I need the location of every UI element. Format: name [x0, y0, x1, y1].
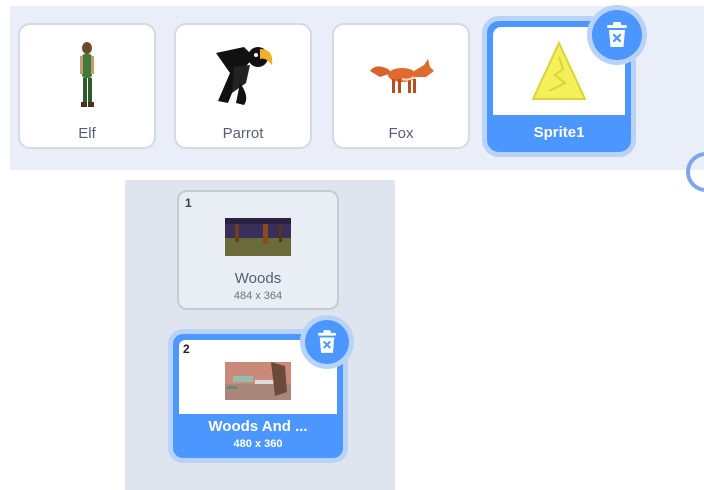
sprite-name: Sprite1 — [533, 124, 585, 141]
sprite-name: Parrot — [222, 125, 264, 142]
backdrop-number: 1 — [185, 196, 192, 210]
sprite-name: Elf — [78, 125, 96, 142]
delete-sprite-button[interactable] — [592, 10, 642, 60]
sprite-name: Fox — [388, 125, 414, 142]
elf-sprite-icon — [20, 35, 154, 115]
woods-and-backdrop-thumbnail — [225, 362, 291, 400]
parrot-sprite-icon — [176, 35, 310, 115]
backdrop-size: 480 x 360 — [233, 438, 283, 450]
backdrop-name: Woods — [234, 270, 282, 287]
backdrop-tile-woods[interactable]: 1 Woods 484 x 364 — [177, 190, 339, 310]
trash-icon — [607, 22, 627, 47]
delete-backdrop-button[interactable] — [305, 320, 349, 364]
trash-icon — [317, 330, 337, 353]
fox-sprite-icon — [334, 35, 468, 115]
sprite-tile-elf[interactable]: Elf — [18, 23, 156, 149]
sprite-tile-fox[interactable]: Fox — [332, 23, 470, 149]
backdrop-name: Woods And ... — [208, 418, 308, 435]
backdrop-pane: 1 Woods 484 x 364 2 Woods And ... 480 x … — [125, 180, 395, 490]
sprite-pane: Elf Parrot Fox Sprite1 — [10, 6, 704, 192]
backdrop-number: 2 — [183, 342, 190, 356]
pane-corner-decoration — [686, 152, 704, 192]
sprite-tile-parrot[interactable]: Parrot — [174, 23, 312, 149]
woods-backdrop-thumbnail — [225, 218, 291, 256]
backdrop-size: 484 x 364 — [233, 290, 283, 302]
